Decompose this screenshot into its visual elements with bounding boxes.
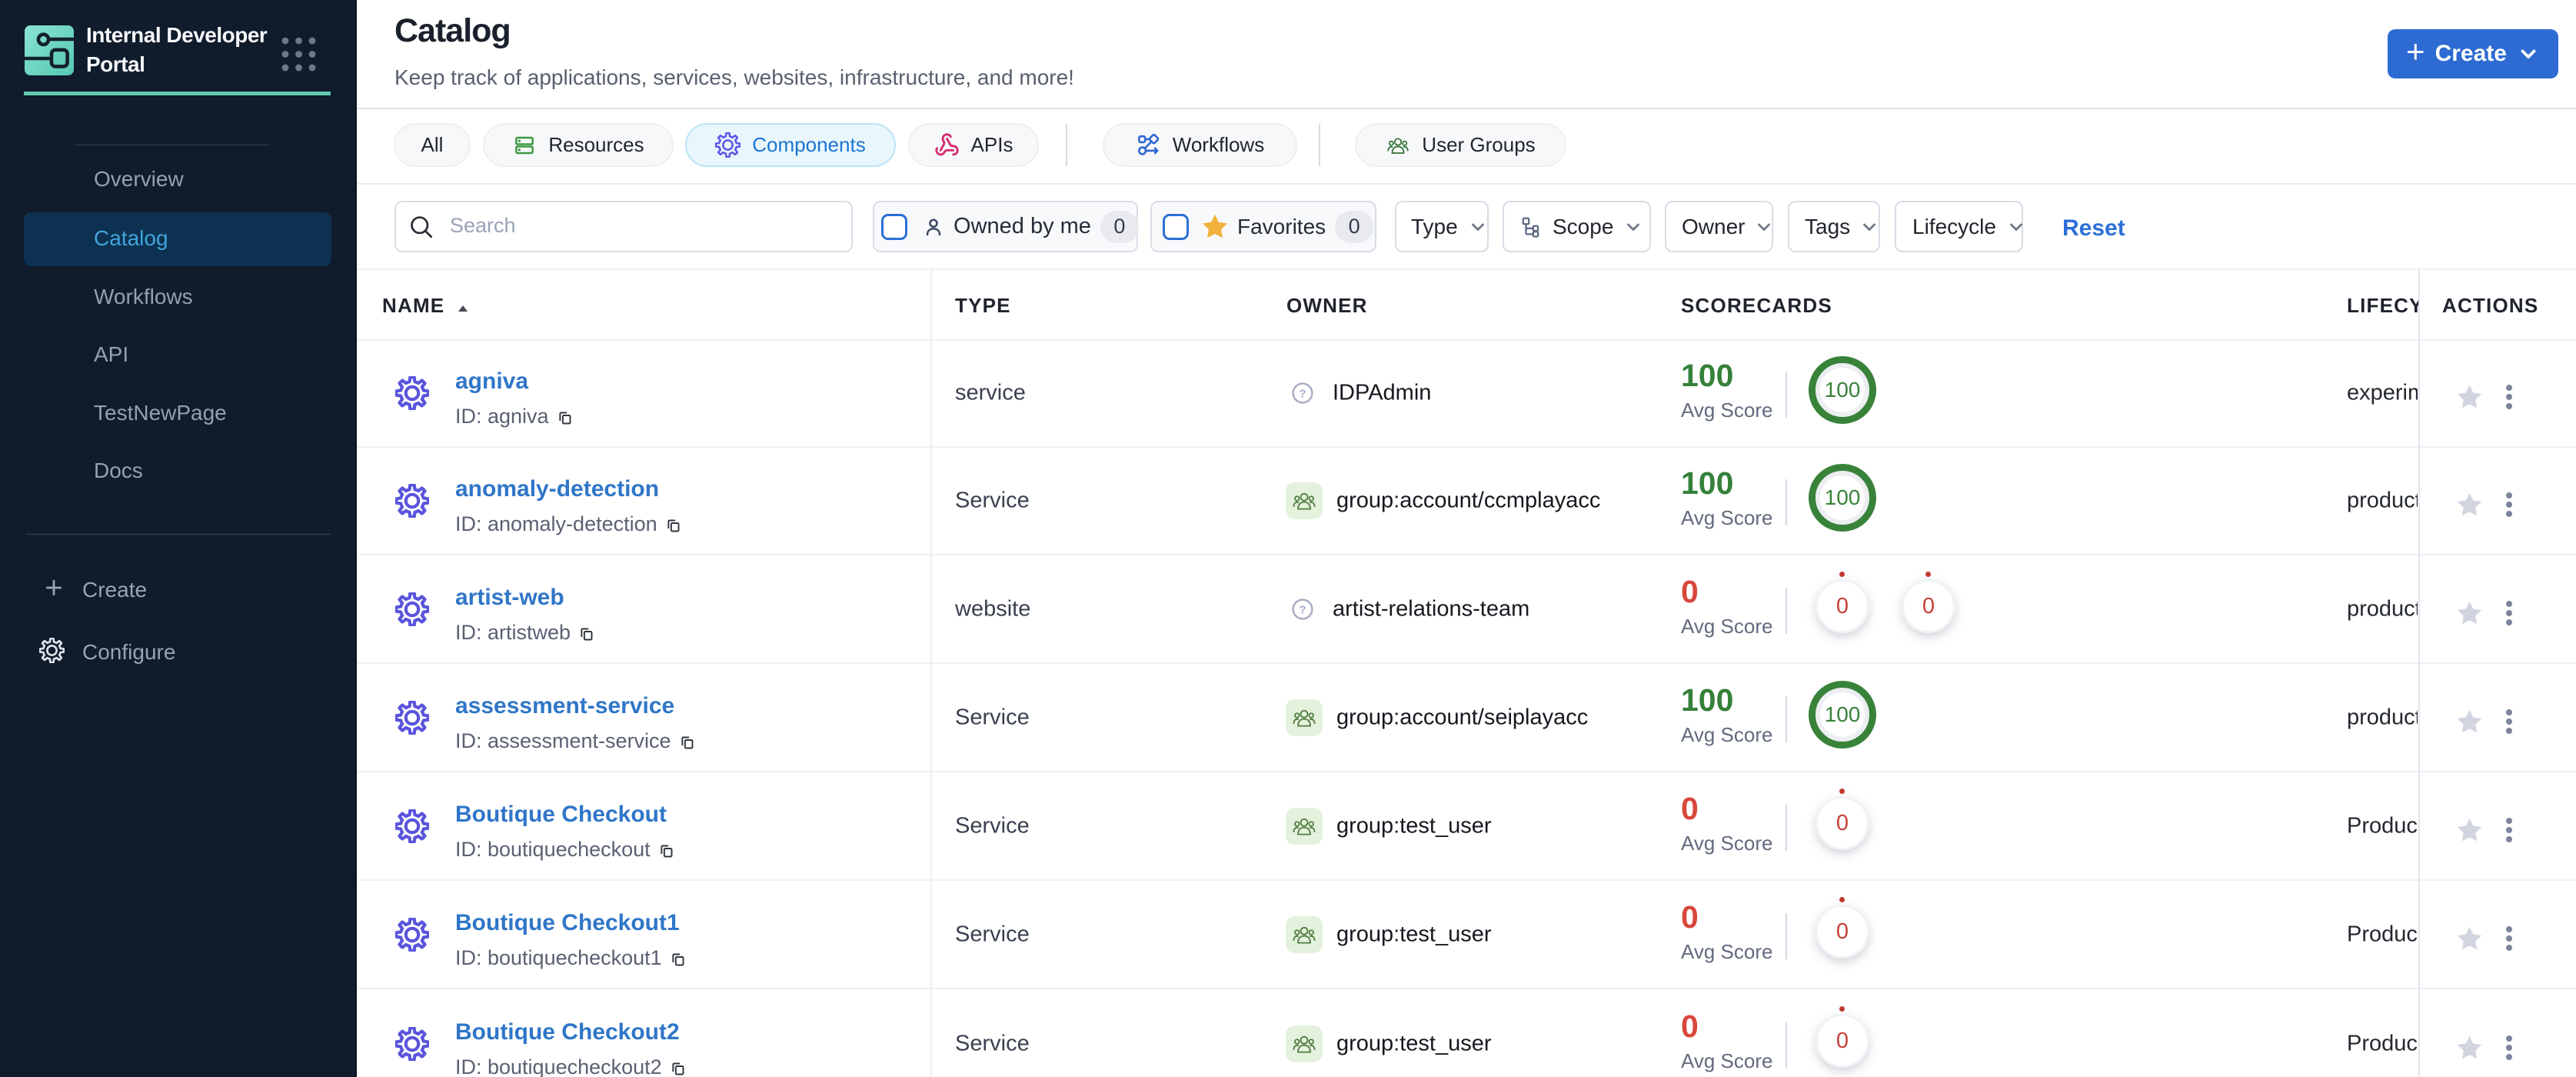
svg-text:?: ? bbox=[1299, 604, 1306, 617]
svg-text:?: ? bbox=[1299, 388, 1306, 401]
